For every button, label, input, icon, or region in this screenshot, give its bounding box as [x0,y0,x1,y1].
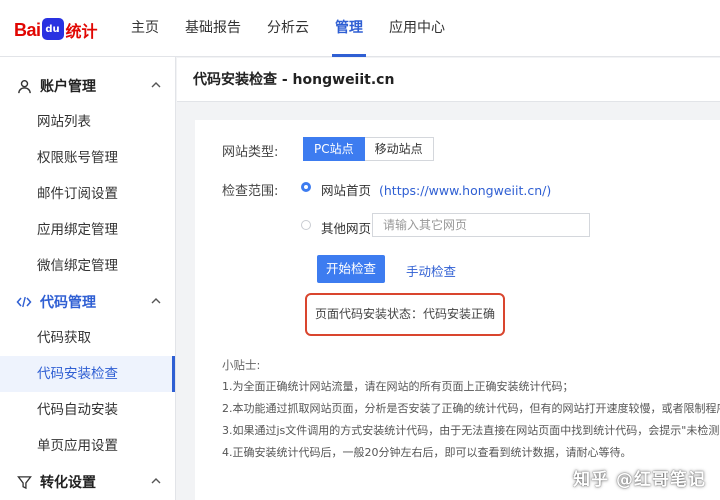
pc-site-button[interactable]: PC站点 [303,137,365,161]
check-scope-label: 检查范围: [222,184,279,199]
funnel-icon [16,474,32,490]
user-icon [16,78,32,94]
tips-title: 小贴士: [222,358,261,372]
home-page-url: (https://www.hongweiit.cn/) [379,183,552,198]
home-page-option[interactable]: 网站首页 (https://www.hongweiit.cn/) [321,180,551,199]
nav-basic-report[interactable]: 基础报告 [172,0,254,57]
logo-text-bai: Bai [14,19,41,40]
sidebar-group-label: 代码管理 [40,295,96,311]
home-page-radio[interactable] [301,182,311,192]
code-check-panel: 网站类型: PC站点 移动站点 检查范围: 网站首页 (https://www.… [195,120,720,500]
nav-home[interactable]: 主页 [118,0,172,57]
zhihu-watermark: 知乎 @红哥笔记 [573,470,706,490]
sidebar-item-permission-accounts[interactable]: 权限账号管理 [0,140,175,176]
sidebar-item-site-list[interactable]: 网站列表 [0,104,175,140]
top-header: Bai du 统计 主页 基础报告 分析云 管理 应用中心 [0,0,720,57]
sidebar: 账户管理 网站列表 权限账号管理 邮件订阅设置 应用绑定管理 微信绑定管理 代码… [0,57,176,500]
logo-text-tongji: 统计 [65,22,98,41]
sidebar-item-spa-settings[interactable]: 单页应用设置 [0,428,175,464]
sidebar-item-code-check[interactable]: 代码安装检查 [0,356,175,392]
tip-item: 1.为全面正确统计网站流量，请在网站的所有页面上正确安装统计代码； [222,380,574,393]
sidebar-group-label: 转化设置 [40,475,96,491]
tip-item: 3.如果通过js文件调用的方式安装统计代码，由于无法直接在网站页面中找到统计代码… [222,424,720,437]
sidebar-group-label: 账户管理 [40,79,96,95]
logo-paw-badge: du [41,18,64,40]
nav-app-center[interactable]: 应用中心 [376,0,458,57]
install-status-box: 页面代码安装状态：代码安装正确 [305,293,505,336]
sidebar-item-wechat-binding[interactable]: 微信绑定管理 [0,248,175,284]
mobile-site-button[interactable]: 移动站点 [364,137,434,161]
sidebar-group-account[interactable]: 账户管理 [0,68,175,104]
other-page-label[interactable]: 其他网页 [321,218,371,237]
sidebar-group-code[interactable]: 代码管理 [0,284,175,320]
home-page-label: 网站首页 [321,183,372,198]
baidu-tongji-logo[interactable]: Bai du 统计 [14,17,98,43]
other-page-input[interactable]: 请输入其它网页 [372,213,590,237]
sidebar-item-app-binding[interactable]: 应用绑定管理 [0,212,175,248]
sidebar-group-convert[interactable]: 转化设置 [0,464,175,500]
sidebar-item-auto-install[interactable]: 代码自动安装 [0,392,175,428]
start-check-button[interactable]: 开始检查 [317,255,385,283]
main-nav: 主页 基础报告 分析云 管理 应用中心 [118,0,458,57]
sidebar-item-email-subscription[interactable]: 邮件订阅设置 [0,176,175,212]
nav-analysis-cloud[interactable]: 分析云 [254,0,322,57]
chevron-up-icon [151,478,161,484]
page-title: 代码安装检查 - hongweiit.cn [177,58,720,102]
other-page-radio[interactable] [301,220,311,230]
tip-item: 2.本功能通过抓取网站页面，分析是否安装了正确的统计代码，但有的网站打开速度较慢… [222,402,720,415]
site-type-label: 网站类型: [222,145,279,160]
code-icon [16,294,32,310]
sidebar-item-get-code[interactable]: 代码获取 [0,320,175,356]
nav-manage[interactable]: 管理 [322,0,376,57]
site-type-toggle: PC站点 移动站点 [303,137,434,161]
chevron-up-icon [151,82,161,88]
manual-check-button[interactable]: 手动检查 [406,261,456,280]
tip-item: 4.正确安装统计代码后，一般20分钟左右后，即可以查看到统计数据，请耐心等待。 [222,446,632,459]
chevron-up-icon [151,298,161,304]
